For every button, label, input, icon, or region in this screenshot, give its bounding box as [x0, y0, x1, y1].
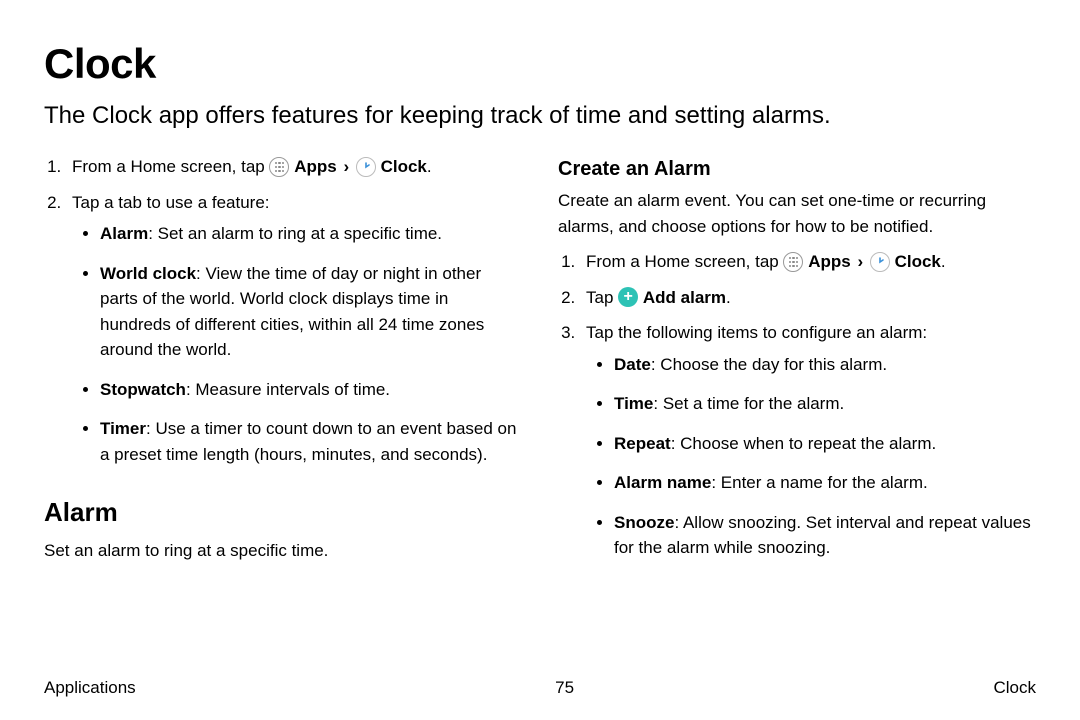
config-time: Time: Set a time for the alarm. — [614, 391, 1036, 417]
config-alarm-name: Alarm name: Enter a name for the alarm. — [614, 470, 1036, 496]
right-column: Create an Alarm Create an alarm event. Y… — [558, 154, 1036, 575]
left-step-2: Tap a tab to use a feature: Alarm: Set a… — [66, 190, 522, 468]
add-icon: + — [618, 287, 638, 307]
apps-label: Apps — [808, 252, 851, 271]
clock-label: Clock — [381, 157, 427, 176]
step-text: From a Home screen, tap — [586, 252, 783, 271]
clock-icon — [356, 157, 376, 177]
feature-world-clock: World clock: View the time of day or nig… — [100, 261, 522, 363]
config-date: Date: Choose the day for this alarm. — [614, 352, 1036, 378]
step-text: From a Home screen, tap — [72, 157, 269, 176]
step-text: Tap — [586, 288, 618, 307]
right-step-1: From a Home screen, tap Apps › Clock. — [580, 249, 1036, 275]
clock-label: Clock — [895, 252, 941, 271]
alarm-heading: Alarm — [44, 493, 522, 532]
chevron-right-icon: › — [857, 249, 863, 275]
right-step-3: Tap the following items to configure an … — [580, 320, 1036, 561]
intro-text: The Clock app offers features for keepin… — [44, 100, 1036, 132]
add-alarm-label: Add alarm — [643, 288, 726, 307]
left-column: From a Home screen, tap Apps › Clock. Ta… — [44, 154, 522, 575]
apps-label: Apps — [294, 157, 337, 176]
apps-icon — [269, 157, 289, 177]
chevron-right-icon: › — [343, 154, 349, 180]
step-text: Tap the following items to configure an … — [586, 323, 927, 342]
page-title: Clock — [44, 40, 1036, 88]
footer-section: Applications — [44, 678, 136, 698]
footer-page-number: 75 — [555, 678, 574, 698]
page-footer: Applications 75 Clock — [44, 678, 1036, 698]
config-snooze: Snooze: Allow snoozing. Set interval and… — [614, 510, 1036, 561]
left-step-1: From a Home screen, tap Apps › Clock. — [66, 154, 522, 180]
config-repeat: Repeat: Choose when to repeat the alarm. — [614, 431, 1036, 457]
right-step-2: Tap + Add alarm. — [580, 285, 1036, 311]
create-alarm-heading: Create an Alarm — [558, 154, 1036, 184]
feature-stopwatch: Stopwatch: Measure intervals of time. — [100, 377, 522, 403]
apps-icon — [783, 252, 803, 272]
create-alarm-intro: Create an alarm event. You can set one-t… — [558, 188, 1036, 239]
feature-timer: Timer: Use a timer to count down to an e… — [100, 416, 522, 467]
alarm-desc: Set an alarm to ring at a specific time. — [44, 538, 522, 564]
clock-icon — [870, 252, 890, 272]
feature-alarm: Alarm: Set an alarm to ring at a specifi… — [100, 221, 522, 247]
step-text: Tap a tab to use a feature: — [72, 193, 270, 212]
footer-topic: Clock — [993, 678, 1036, 698]
